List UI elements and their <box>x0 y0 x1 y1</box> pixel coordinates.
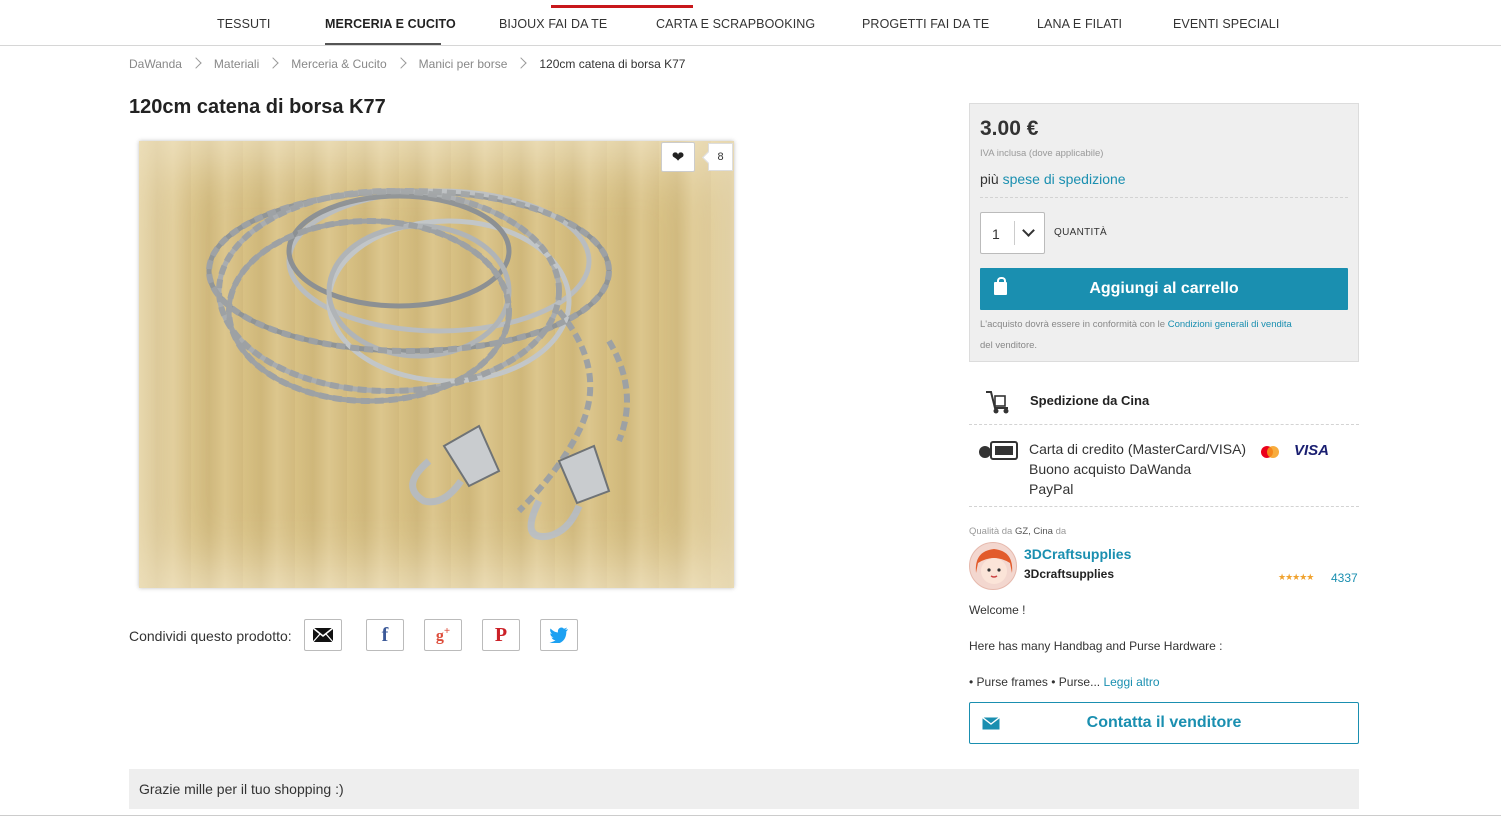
category-nav: TESSUTI MERCERIA E CUCITO BIJOUX FAI DA … <box>0 5 1501 46</box>
breadcrumb-current: 120cm catena di borsa K77 <box>539 56 686 71</box>
chevron-right-icon <box>267 57 279 69</box>
quantity-value: 1 <box>992 226 1000 242</box>
mastercard-icon <box>1261 446 1279 458</box>
shipping-info-row: Spedizione da Cina <box>969 382 1359 425</box>
nav-item-bijoux[interactable]: BIJOUX FAI DA TE <box>499 17 607 31</box>
nav-active-indicator <box>551 5 693 8</box>
chevron-down-icon <box>1022 224 1035 237</box>
vat-note: IVA inclusa (dove applicabile) <box>980 148 1104 159</box>
nav-item-tessuti[interactable]: TESSUTI <box>217 17 270 31</box>
bottom-border <box>0 815 1501 816</box>
breadcrumb: DaWanda Materiali Merceria & Cucito Manici … <box>129 56 685 72</box>
seller-location: GZ, Cina <box>1014 526 1053 537</box>
breadcrumb-manici[interactable]: Manici per borse <box>419 57 508 71</box>
seller-quality-line: Qualità da GZ, Cina da <box>969 526 1066 537</box>
facebook-icon: f <box>381 623 389 646</box>
share-google-plus-button[interactable]: g+ <box>424 619 462 651</box>
nav-item-carta[interactable]: CARTA E SCRAPBOOKING <box>656 17 815 31</box>
nav-item-eventi[interactable]: EVENTI SPECIALI <box>1173 17 1279 31</box>
hand-truck-icon <box>986 391 1009 414</box>
rating-count-link[interactable]: 4337 <box>1331 571 1358 585</box>
avatar-illustration <box>975 549 1013 584</box>
twitter-icon <box>549 627 568 643</box>
favorite-button[interactable]: ❤ <box>661 142 695 172</box>
seller-desc-text: • Purse frames • Purse... <box>969 675 1101 689</box>
chain-illustration <box>206 188 630 541</box>
shipping-costs-link[interactable]: spese di spedizione <box>1003 171 1126 187</box>
chevron-right-icon <box>190 57 202 69</box>
contact-seller-button[interactable]: Contatta il venditore <box>969 702 1359 744</box>
breadcrumb-merceria[interactable]: Merceria & Cucito <box>291 57 386 71</box>
share-pinterest-button[interactable]: P <box>482 619 520 651</box>
google-plus-icon: g+ <box>435 624 451 645</box>
terms-prefix: L'acquisto dovrà essere in conformità co… <box>980 319 1166 330</box>
shop-thanks-banner: Grazie mille per il tuo shopping :) <box>129 769 1359 809</box>
payment-methods-row: Carta di credito (MasterCard/VISA) Buono… <box>969 434 1359 507</box>
breadcrumb-dawanda[interactable]: DaWanda <box>129 57 182 71</box>
nav-item-progetti[interactable]: PROGETTI FAI DA TE <box>862 17 989 31</box>
seller-desc-line-2: Here has many Handbag and Purse Hardware… <box>969 639 1223 653</box>
nav-active-underline <box>325 43 441 45</box>
share-twitter-button[interactable] <box>540 619 578 651</box>
add-to-cart-label: Aggiungi al carrello <box>1089 280 1239 297</box>
terms-link[interactable]: Condizioni generali di vendita <box>1168 319 1292 330</box>
shipping-origin: Spedizione da Cina <box>1030 393 1150 408</box>
product-image[interactable] <box>139 141 734 588</box>
price: 3.00 € <box>980 117 1039 140</box>
pinterest-icon: P <box>494 623 508 646</box>
seller-avatar[interactable] <box>969 542 1017 590</box>
terms-suffix: del venditore. <box>980 340 1038 351</box>
share-email-button[interactable] <box>304 619 342 651</box>
heart-icon: ❤ <box>671 149 685 166</box>
chevron-right-icon <box>515 57 528 69</box>
thanks-text: Grazie mille per il tuo shopping :) <box>139 781 344 797</box>
terms-note: L'acquisto dovrà essere in conformità co… <box>980 314 1340 356</box>
quality-suffix: da <box>1055 526 1067 537</box>
payment-method-card: Carta di credito (MasterCard/VISA) <box>1029 441 1247 457</box>
contact-seller-label: Contatta il venditore <box>1086 714 1242 731</box>
quality-prefix: Qualità da <box>969 526 1013 537</box>
shipping-prefix: più <box>980 171 999 187</box>
add-to-cart-button[interactable]: Aggiungi al carrello <box>980 268 1348 310</box>
chevron-right-icon <box>394 57 407 69</box>
favorite-count: 8 <box>708 143 733 171</box>
shop-name-link[interactable]: 3DCraftsupplies <box>1024 546 1131 562</box>
purchase-box: 3.00 € IVA inclusa (dove applicabile) pi… <box>969 103 1359 362</box>
payment-cards-icon <box>979 441 1018 460</box>
breadcrumb-materiali[interactable]: Materiali <box>214 57 259 71</box>
star-rating-icon: ★★★★★ <box>1278 572 1314 582</box>
payment-method-voucher: Buono acquisto DaWanda <box>1029 461 1192 477</box>
quantity-label: QUANTITÀ <box>1054 227 1107 238</box>
select-divider <box>1014 221 1015 245</box>
email-icon <box>312 627 334 643</box>
seller-desc-line-1: Welcome ! <box>969 603 1026 617</box>
share-label: Condividi questo prodotto: <box>129 628 292 644</box>
divider <box>980 197 1348 198</box>
page-title: 120cm catena di borsa K77 <box>129 96 386 118</box>
share-facebook-button[interactable]: f <box>366 619 404 651</box>
shipping-costs-line: più spese di spedizione <box>980 171 1126 187</box>
read-more-link[interactable]: Leggi altro <box>1103 675 1159 689</box>
quantity-select[interactable]: 1 <box>980 212 1045 254</box>
payment-method-paypal: PayPal <box>1029 481 1074 497</box>
shop-username: 3Dcraftsupplies <box>1024 567 1115 581</box>
nav-item-lana[interactable]: LANA E FILATI <box>1037 17 1122 31</box>
nav-item-merceria[interactable]: MERCERIA E CUCITO <box>325 17 456 31</box>
seller-desc-line-3: • Purse frames • Purse... Leggi altro <box>969 675 1160 689</box>
visa-icon: VISA <box>1294 442 1330 459</box>
